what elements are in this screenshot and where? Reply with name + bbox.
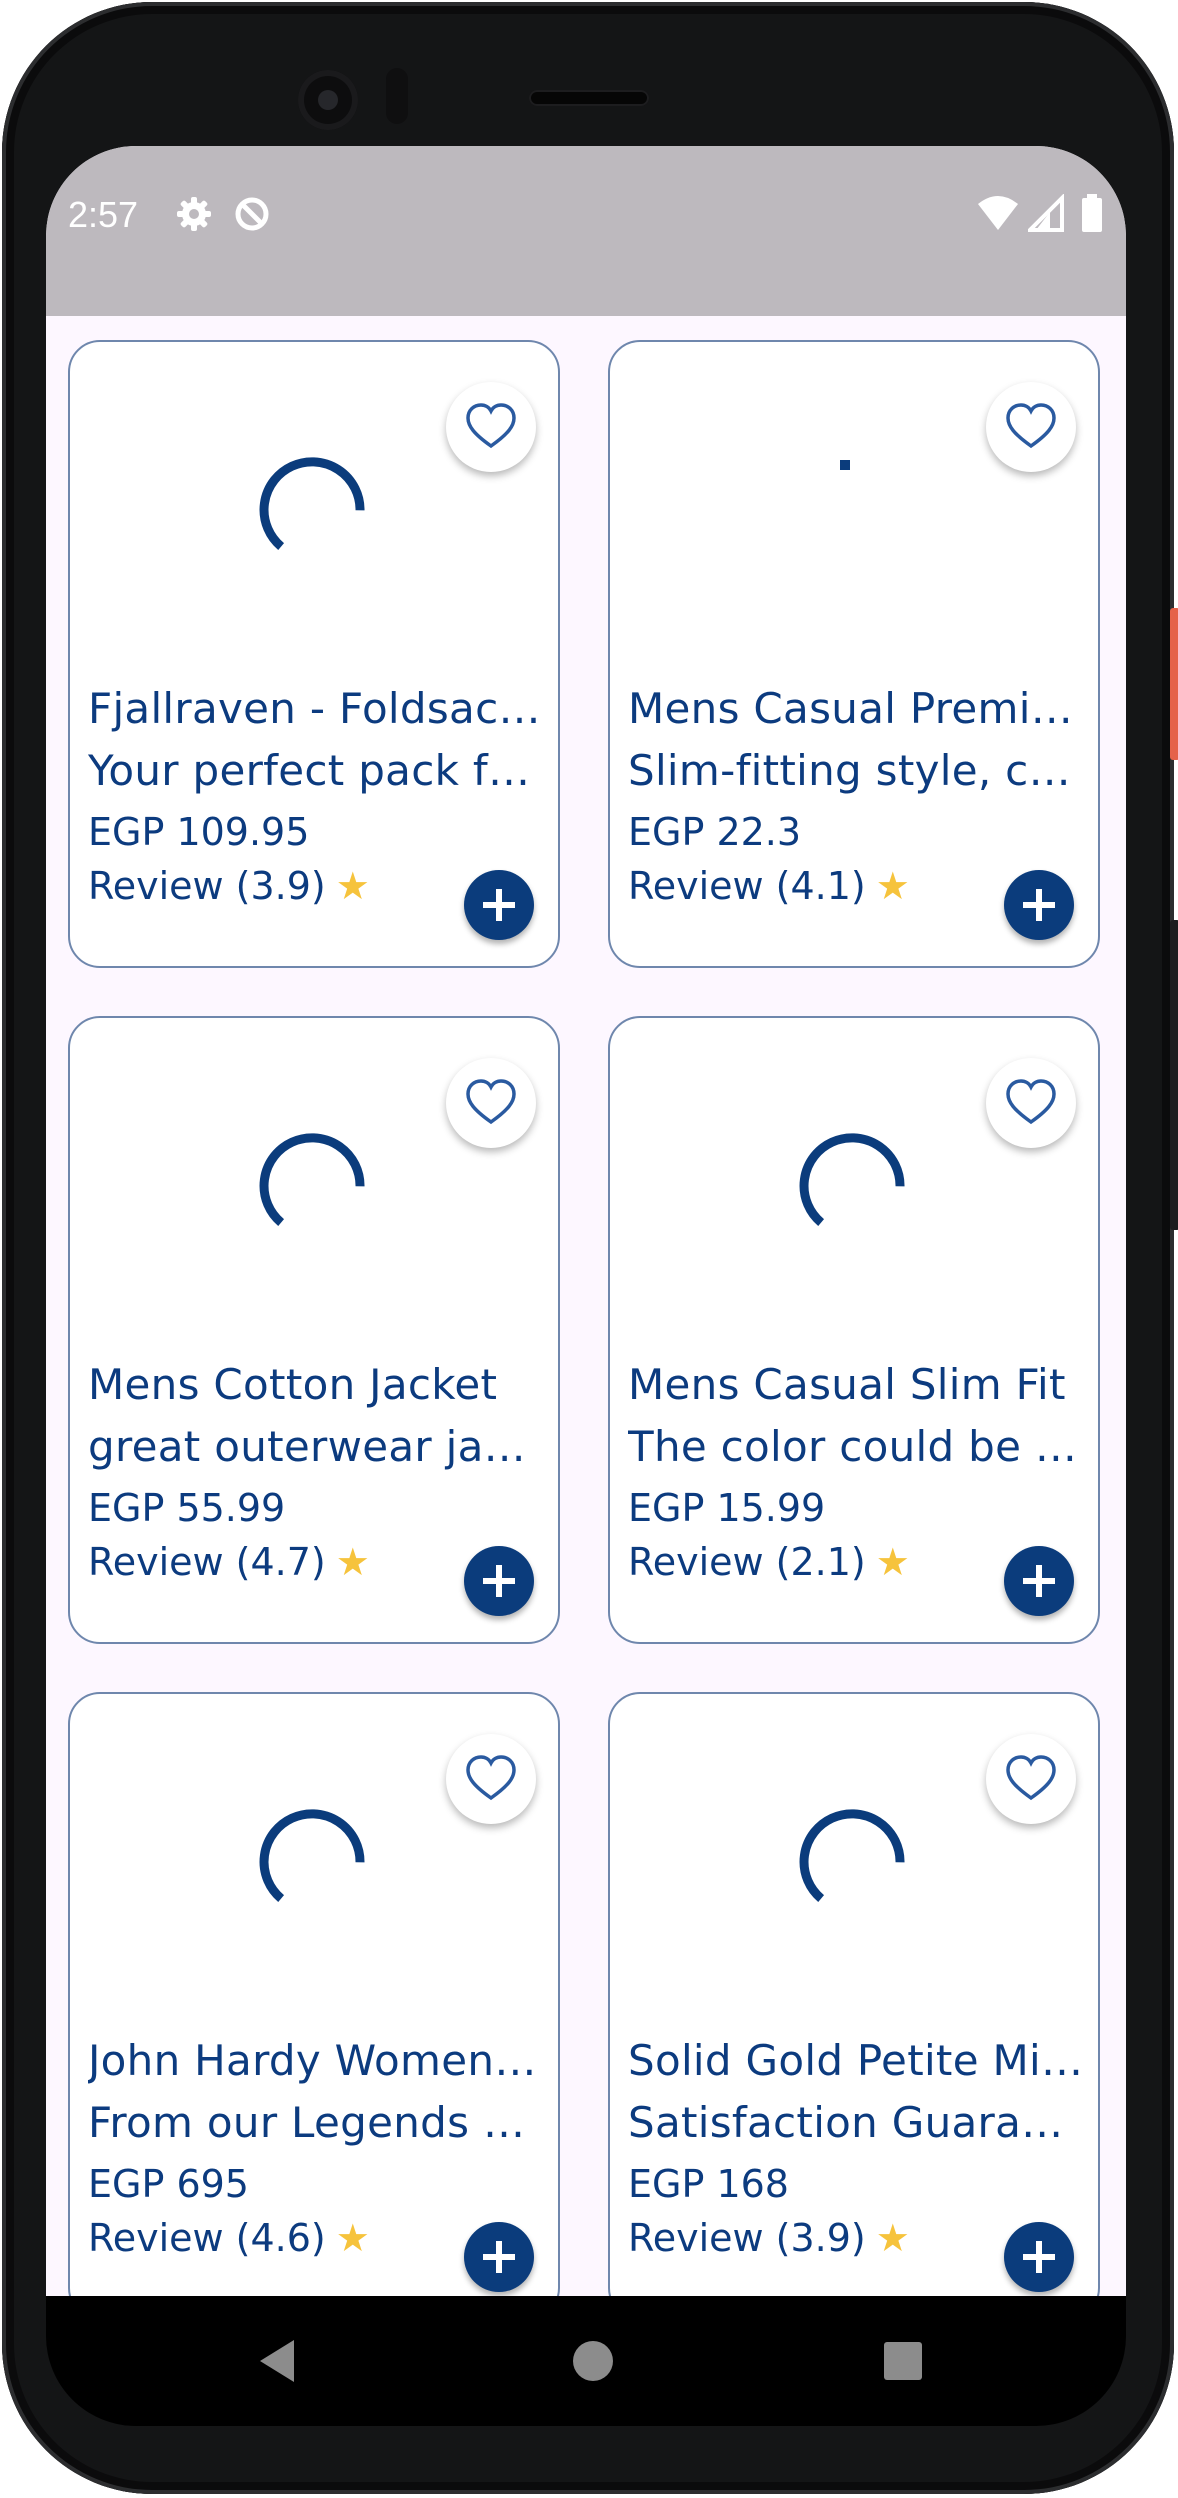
- recents-icon[interactable]: [876, 2334, 930, 2392]
- plus-icon: [1023, 1565, 1055, 1597]
- wifi-icon: [976, 194, 1020, 234]
- earpiece-speaker: [529, 90, 649, 106]
- navigation-bar: [46, 2296, 1126, 2426]
- plus-icon: [1023, 889, 1055, 921]
- add-to-cart-button[interactable]: [464, 1546, 534, 1616]
- product-card[interactable]: Mens Casual Premium Slim Fit T-Shirts Sli…: [608, 340, 1100, 968]
- product-description: Your perfect pack for everyday use: [88, 746, 546, 795]
- product-description: great outerwear jackets for Spring/Autum…: [88, 1422, 546, 1471]
- star-icon: ★: [335, 2216, 370, 2260]
- favorite-button[interactable]: [446, 382, 536, 472]
- favorite-button[interactable]: [986, 1058, 1076, 1148]
- favorite-button[interactable]: [446, 1058, 536, 1148]
- volume-button: [1170, 920, 1178, 1230]
- star-icon: ★: [875, 1540, 910, 1584]
- product-description: Slim-fitting style, contrast raglan long…: [628, 746, 1086, 795]
- loading-spinner: [259, 1133, 365, 1226]
- product-title: Mens Casual Slim Fit: [628, 1360, 1066, 1409]
- review-label: Review (3.9): [628, 2216, 866, 2260]
- loading-spinner: [259, 457, 365, 550]
- product-card[interactable]: Solid Gold Petite Micropave Satisfaction …: [608, 1692, 1100, 2296]
- signal-icon: [1028, 194, 1064, 234]
- heart-outline-icon: [466, 1079, 516, 1125]
- product-title: Solid Gold Petite Micropave: [628, 2036, 1086, 2085]
- heart-outline-icon: [1006, 1755, 1056, 1801]
- heart-outline-icon: [466, 403, 516, 449]
- add-to-cart-button[interactable]: [1004, 1546, 1074, 1616]
- product-card[interactable]: John Hardy Women's Legends Naga From our …: [68, 1692, 560, 2296]
- product-card[interactable]: Fjallraven - Foldsack No. 1 Backpack Your…: [68, 340, 560, 968]
- product-review: Review (3.9) ★: [628, 2216, 910, 2260]
- star-icon: ★: [875, 2216, 910, 2260]
- plus-icon: [483, 2241, 515, 2273]
- plus-icon: [1023, 2241, 1055, 2273]
- product-description: The color could be slightly different: [628, 1422, 1086, 1471]
- product-card[interactable]: Mens Cotton Jacket great outerwear jacket…: [68, 1016, 560, 1644]
- star-icon: ★: [875, 864, 910, 908]
- loading-spinner: [799, 1133, 905, 1226]
- home-icon[interactable]: [566, 2334, 620, 2392]
- star-icon: ★: [335, 1540, 370, 1584]
- product-review: Review (3.9) ★: [88, 864, 370, 908]
- do-not-disturb-icon: [232, 194, 272, 234]
- product-review: Review (4.1) ★: [628, 864, 910, 908]
- loading-spinner: [840, 460, 850, 470]
- back-icon[interactable]: [252, 2334, 306, 2392]
- settings-icon: [174, 194, 214, 234]
- favorite-button[interactable]: [986, 1734, 1076, 1824]
- star-icon: ★: [335, 864, 370, 908]
- heart-outline-icon: [466, 1755, 516, 1801]
- product-description: From our Legends Collection, the Naga: [88, 2098, 546, 2147]
- review-label: Review (3.9): [88, 864, 326, 908]
- product-price: EGP 22.3: [628, 810, 802, 854]
- proximity-sensor: [386, 68, 408, 124]
- product-review: Review (4.7) ★: [88, 1540, 370, 1584]
- add-to-cart-button[interactable]: [1004, 2222, 1074, 2292]
- heart-outline-icon: [1006, 403, 1056, 449]
- product-review: Review (4.6) ★: [88, 2216, 370, 2260]
- favorite-button[interactable]: [446, 1734, 536, 1824]
- review-label: Review (2.1): [628, 1540, 866, 1584]
- loading-spinner: [259, 1809, 365, 1902]
- product-review: Review (2.1) ★: [628, 1540, 910, 1584]
- power-button: [1170, 608, 1178, 760]
- product-price: EGP 15.99: [628, 1486, 826, 1530]
- product-title: John Hardy Women's Legends Naga: [88, 2036, 546, 2085]
- plus-icon: [483, 889, 515, 921]
- product-title: Fjallraven - Foldsack No. 1 Backpack: [88, 684, 546, 733]
- plus-icon: [483, 1565, 515, 1597]
- heart-outline-icon: [1006, 1079, 1056, 1125]
- product-price: EGP 109.95: [88, 810, 310, 854]
- product-description: Satisfaction Guaranteed. Return or excha…: [628, 2098, 1086, 2147]
- product-title: Mens Cotton Jacket: [88, 1360, 498, 1409]
- product-price: EGP 55.99: [88, 1486, 286, 1530]
- product-title: Mens Casual Premium Slim Fit T-Shirts: [628, 684, 1086, 733]
- review-label: Review (4.7): [88, 1540, 326, 1584]
- status-bar: 2:57: [46, 146, 1126, 316]
- app-screen: 2:57 Fjallraven - Foldsack Your perfect …: [46, 146, 1126, 2296]
- battery-icon: [1080, 194, 1104, 234]
- add-to-cart-button[interactable]: [464, 2222, 534, 2292]
- product-price: EGP 168: [628, 2162, 789, 2206]
- review-label: Review (4.1): [628, 864, 866, 908]
- loading-spinner: [799, 1809, 905, 1902]
- review-label: Review (4.6): [88, 2216, 326, 2260]
- status-time: 2:57: [68, 194, 139, 235]
- favorite-button[interactable]: [986, 382, 1076, 472]
- front-camera: [298, 70, 358, 130]
- add-to-cart-button[interactable]: [1004, 870, 1074, 940]
- product-price: EGP 695: [88, 2162, 249, 2206]
- add-to-cart-button[interactable]: [464, 870, 534, 940]
- product-card[interactable]: Mens Casual Slim Fit The color could be s…: [608, 1016, 1100, 1644]
